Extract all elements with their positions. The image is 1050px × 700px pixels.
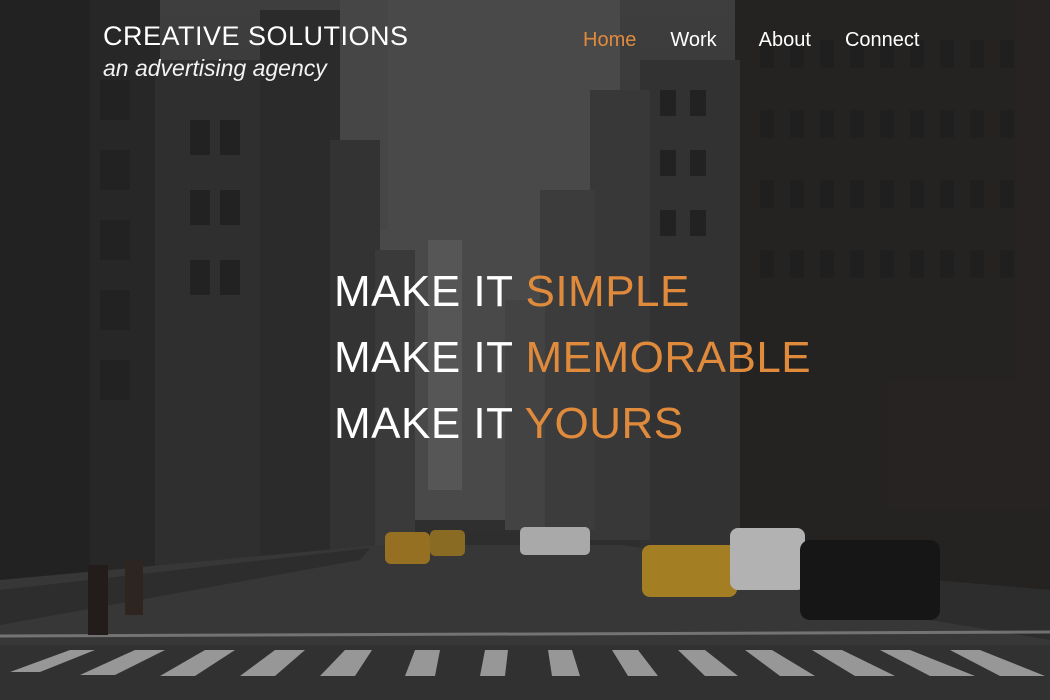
headline-line-3: MAKE IT YOURS — [334, 391, 811, 457]
main-nav: Home Work About Connect — [583, 27, 919, 53]
headline-line-1: MAKE IT SIMPLE — [334, 259, 811, 325]
nav-work-link[interactable]: Work — [670, 27, 716, 53]
brand-title: CREATIVE SOLUTIONS — [103, 21, 409, 51]
headline-accent: SIMPLE — [525, 267, 690, 316]
nav-connect-link[interactable]: Connect — [845, 27, 920, 53]
hero-section: CREATIVE SOLUTIONS an advertising agency… — [0, 0, 1050, 700]
brand-logo[interactable]: CREATIVE SOLUTIONS an advertising agency — [103, 20, 409, 82]
hero-headline: MAKE IT SIMPLE MAKE IT MEMORABLE MAKE IT… — [334, 259, 811, 457]
nav-about-link[interactable]: About — [759, 27, 811, 53]
nav-home-link[interactable]: Home — [583, 27, 636, 53]
brand-subtitle: an advertising agency — [103, 55, 327, 81]
headline-accent: YOURS — [524, 399, 684, 448]
headline-prefix: MAKE IT — [334, 333, 513, 382]
headline-prefix: MAKE IT — [334, 267, 513, 316]
headline-accent: MEMORABLE — [525, 333, 812, 382]
headline-prefix: MAKE IT — [334, 399, 513, 448]
headline-line-2: MAKE IT MEMORABLE — [334, 325, 811, 391]
